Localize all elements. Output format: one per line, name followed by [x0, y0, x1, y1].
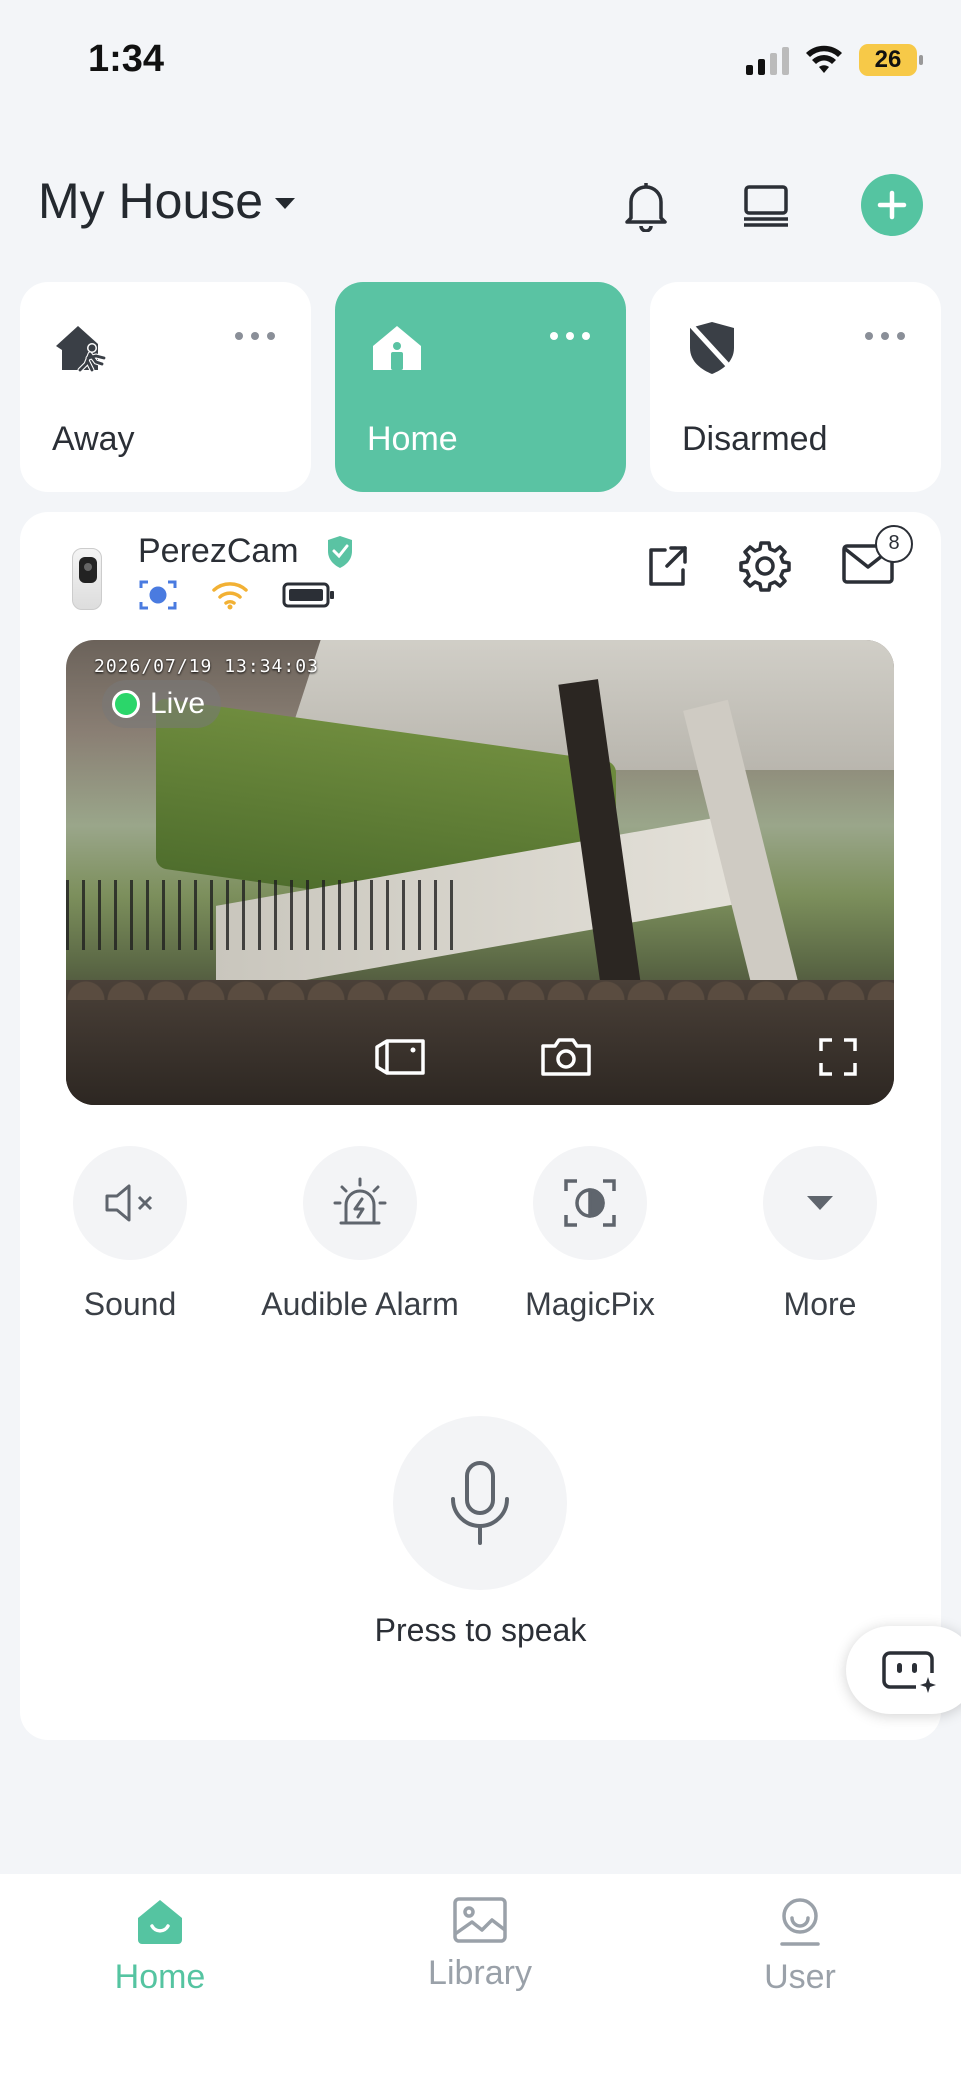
control-label: Sound: [83, 1286, 177, 1322]
sound-control[interactable]: Sound: [20, 1146, 240, 1323]
mode-label: Home: [367, 420, 458, 458]
plus-icon: [877, 190, 907, 220]
camera-device-thumbnail: [72, 548, 102, 610]
ai-assistant-button[interactable]: [846, 1626, 961, 1714]
nav-label: Library: [428, 1954, 532, 1992]
status-bar: 1:34 26: [0, 0, 961, 120]
nav-label: Home: [114, 1958, 206, 1996]
more-button[interactable]: [763, 1146, 877, 1260]
mode-label: Disarmed: [682, 420, 828, 458]
sound-button[interactable]: [73, 1146, 187, 1260]
nav-label: User: [764, 1958, 836, 1996]
caret-down-icon: [275, 197, 296, 209]
mode-card-away[interactable]: Away: [20, 282, 311, 492]
camera-actions: 8: [645, 524, 913, 592]
live-label: Live: [150, 687, 206, 720]
house-name: My House: [38, 173, 264, 229]
control-label: Audible Alarm: [261, 1286, 459, 1322]
robot-assistant-icon: [882, 1651, 936, 1693]
control-label: MagicPix: [525, 1286, 655, 1322]
away-house-icon: [56, 326, 107, 373]
audible-alarm-button[interactable]: [303, 1146, 417, 1260]
magicpix-button[interactable]: [533, 1146, 647, 1260]
mode-label: Away: [52, 420, 135, 458]
mode-options-dots-icon[interactable]: [550, 332, 590, 340]
device-battery-icon: [282, 582, 334, 608]
camera-icon: [541, 1038, 591, 1076]
protected-shield-icon: [328, 536, 352, 568]
camera-status-row: [138, 578, 336, 612]
security-mode-selector: Away Home Disarmed: [20, 282, 941, 492]
messages-button[interactable]: 8: [841, 524, 913, 590]
library-image-icon: [453, 1897, 507, 1943]
home-tab-icon: [138, 1900, 182, 1944]
disarmed-shield-icon: [688, 322, 736, 374]
mode-card-home[interactable]: Home: [335, 282, 626, 492]
user-profile-icon: [780, 1898, 820, 1946]
nav-library[interactable]: Library: [380, 1896, 580, 1993]
audible-alarm-control[interactable]: Audible Alarm: [250, 1146, 470, 1323]
nav-user[interactable]: User: [700, 1896, 900, 1997]
wifi-icon: [806, 45, 842, 73]
press-to-speak-label: Press to speak: [374, 1612, 587, 1648]
magicpix-icon: [564, 1179, 616, 1227]
battery-indicator: 26: [859, 44, 923, 76]
settings-gear-icon[interactable]: [739, 540, 791, 592]
chevron-down-icon: [807, 1196, 833, 1210]
push-to-talk-button[interactable]: [393, 1416, 567, 1590]
camera-name: PerezCam: [138, 532, 299, 570]
message-count-badge: 8: [875, 524, 913, 563]
ai-detection-icon: [139, 580, 177, 610]
status-time: 1:34: [88, 38, 165, 80]
more-control[interactable]: More: [710, 1146, 930, 1323]
notifications-bell-icon[interactable]: [614, 174, 678, 238]
camera-controls: Sound Audible Alarm MagicPix More: [20, 1146, 941, 1346]
fullscreen-icon: [819, 1038, 857, 1076]
camera-card: PerezCam 8 2026/07/19 13:34:03 Live Soun…: [20, 512, 941, 1740]
add-device-button[interactable]: [861, 174, 923, 236]
home-house-icon: [373, 326, 421, 370]
sound-muted-icon: [105, 1184, 153, 1222]
header: My House: [0, 160, 961, 248]
bottom-navigation: Home Library User: [0, 1874, 961, 2080]
snapshot-button[interactable]: [538, 1032, 594, 1082]
fullscreen-button[interactable]: [810, 1032, 866, 1082]
share-icon[interactable]: [645, 544, 689, 588]
mode-options-dots-icon[interactable]: [865, 332, 905, 340]
alarm-icon: [333, 1177, 387, 1225]
microphone-icon: [451, 1461, 509, 1545]
mode-card-disarmed[interactable]: Disarmed: [650, 282, 941, 492]
magicpix-control[interactable]: MagicPix: [480, 1146, 700, 1323]
record-clip-button[interactable]: [372, 1032, 428, 1082]
devices-list-icon[interactable]: [734, 174, 798, 238]
mode-options-dots-icon[interactable]: [235, 332, 275, 340]
live-dot-icon: [112, 690, 140, 718]
video-timestamp: 2026/07/19 13:34:03: [94, 656, 319, 677]
record-clip-icon: [375, 1039, 425, 1075]
wifi-signal-icon: [212, 582, 248, 610]
cellular-signal-icon: [746, 45, 789, 75]
status-indicators: 26: [746, 44, 923, 76]
live-indicator: Live: [102, 680, 222, 728]
nav-home[interactable]: Home: [60, 1896, 260, 1997]
live-video-view[interactable]: 2026/07/19 13:34:03 Live: [66, 640, 894, 1105]
house-selector[interactable]: My House: [38, 172, 296, 230]
control-label: More: [783, 1286, 857, 1322]
